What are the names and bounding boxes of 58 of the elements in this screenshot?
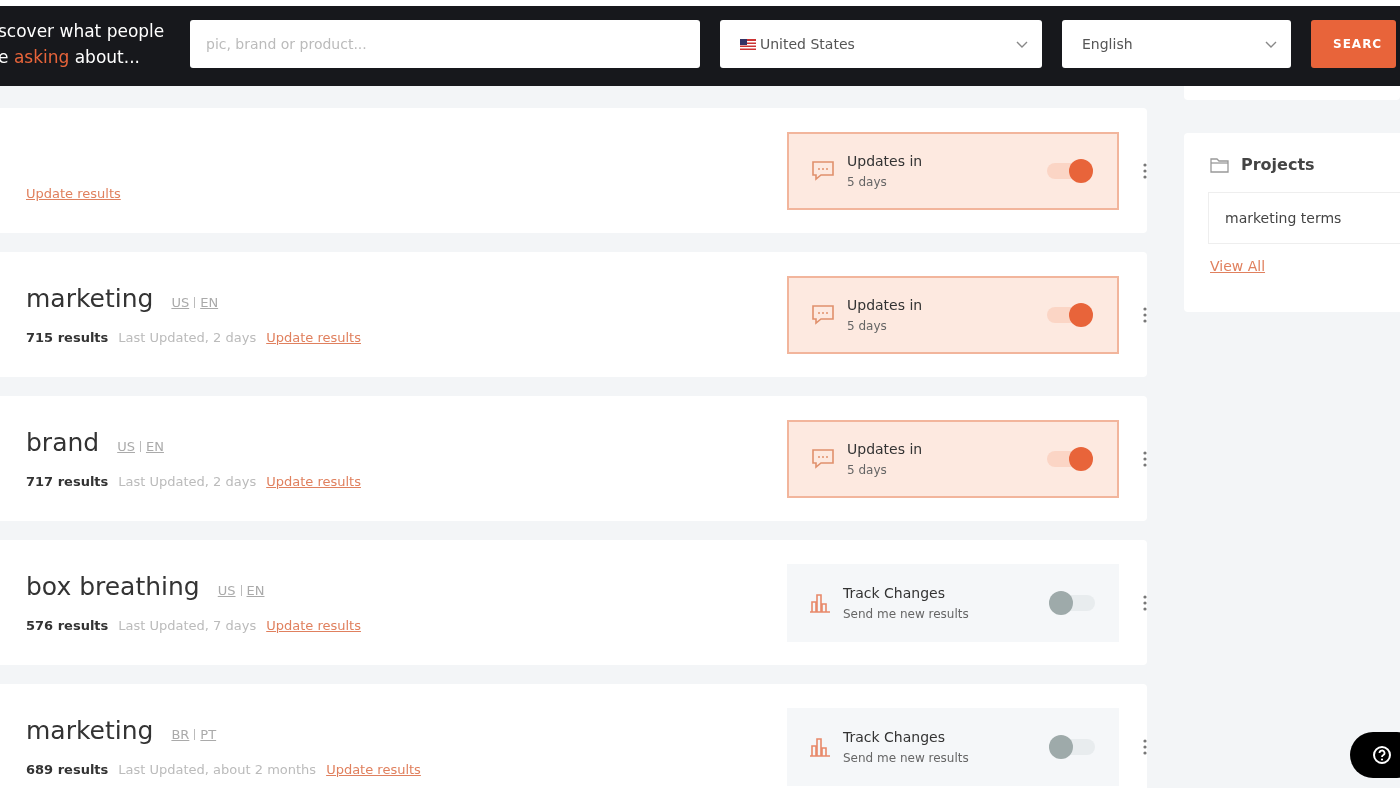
tracking-subtitle: Send me new results	[843, 750, 970, 765]
help-button[interactable]	[1350, 732, 1400, 778]
chat-icon	[811, 304, 835, 325]
search-button[interactable]: SEARC	[1311, 20, 1396, 68]
region-link[interactable]: US	[217, 583, 236, 598]
last-updated: Last Updated, 7 days	[118, 618, 257, 633]
view-all-link[interactable]: View All	[1210, 258, 1266, 274]
language-link[interactable]: EN	[145, 439, 164, 454]
update-link[interactable]: Update results	[266, 330, 361, 345]
flag-icon	[740, 38, 756, 50]
search-term[interactable]: brand	[26, 428, 100, 457]
tracking-subtitle: 5 days	[847, 174, 888, 189]
region-link[interactable]: BR	[171, 727, 190, 742]
chat-icon	[811, 448, 835, 469]
language-link[interactable]: PT	[200, 727, 217, 742]
tracking-title: Track Changes	[843, 584, 946, 601]
help-icon	[1372, 745, 1392, 765]
last-updated: Last Updated, 2 days	[118, 474, 257, 489]
tracking-title: Track Changes	[843, 728, 946, 745]
tracking-subtitle: 5 days	[847, 318, 888, 333]
region-link[interactable]: US	[117, 439, 135, 454]
country-dropdown[interactable]: United States	[720, 20, 1042, 68]
tracking-title: Updates in	[847, 152, 924, 169]
more-options-icon	[1143, 594, 1147, 611]
region-link[interactable]: US	[171, 295, 190, 310]
chat-icon	[811, 160, 835, 181]
language-link[interactable]: EN	[246, 583, 265, 598]
results-count: 689 results	[26, 762, 109, 777]
more-options-icon	[1143, 738, 1147, 755]
bar-chart-icon	[809, 735, 831, 758]
tracking-title: Updates in	[847, 440, 924, 457]
search-term[interactable]: box breathing	[26, 572, 200, 601]
search-field[interactable]: pic, brand or product...	[190, 20, 700, 68]
search-term[interactable]: marketing	[26, 284, 154, 313]
project-item[interactable]: marketing terms	[1208, 192, 1400, 244]
results-count: 715 results	[26, 330, 109, 345]
update-link[interactable]: Update results	[266, 618, 361, 633]
results-count: 576 results	[26, 618, 109, 633]
tracking-title: Updates in	[847, 296, 924, 313]
update-link[interactable]: Update results	[26, 186, 121, 201]
language-link[interactable]: EN	[200, 295, 219, 310]
search-term[interactable]: marketing	[26, 716, 154, 745]
caret-icon	[1016, 40, 1028, 48]
last-updated: Last Updated, 2 days	[118, 330, 257, 345]
more-options-icon	[1143, 306, 1147, 323]
tracking-subtitle: Send me new results	[843, 606, 970, 621]
folder-icon	[1210, 156, 1229, 173]
update-link[interactable]: Update results	[326, 762, 421, 777]
more-options-icon	[1143, 162, 1147, 179]
last-updated: Last Updated, about 2 months	[118, 762, 317, 777]
bar-chart-icon	[809, 591, 831, 614]
more-options-icon	[1143, 450, 1147, 467]
panel-title: Projects	[1241, 155, 1315, 174]
tracking-subtitle: 5 days	[847, 462, 888, 477]
results-count: 717 results	[26, 474, 109, 489]
update-link[interactable]: Update results	[266, 474, 361, 489]
language-dropdown[interactable]: English	[1062, 20, 1291, 68]
caret-icon	[1265, 40, 1277, 48]
